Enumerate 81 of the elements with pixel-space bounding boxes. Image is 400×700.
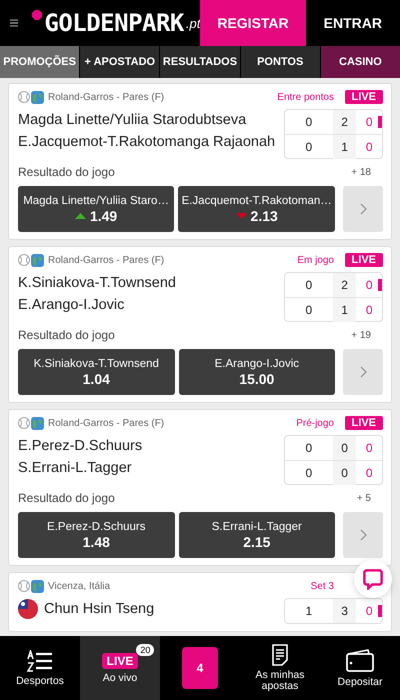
match-status: Em jogo: [297, 254, 334, 266]
score-cell-text: 0: [304, 277, 314, 294]
score-cell-text: 0: [364, 114, 374, 131]
count-badge: 20: [136, 644, 154, 656]
match-status: Pré-jogo: [296, 418, 334, 428]
nav-tab[interactable]: + APOSTADO: [80, 46, 160, 78]
odds-button[interactable]: K.Siniakova-T.Townsend 1.04: [18, 349, 175, 395]
score-cell: 2: [332, 110, 356, 134]
competition-name: Roland-Garros - Pares (F): [48, 254, 166, 266]
chevron-right-icon: [360, 529, 367, 541]
market-label: Resultado do jogo: [18, 165, 115, 179]
betslip-count: 4: [182, 647, 218, 689]
team-name: Magda Linette/Yuliia Starodubtseva: [18, 111, 248, 130]
score-cell-text: 0: [364, 138, 374, 156]
competition-name: Roland-Garros - Pares (F): [48, 92, 166, 102]
tennis-ball-icon: [18, 91, 30, 103]
nav-tab[interactable]: PONTOS: [240, 46, 320, 78]
score-cell: 0: [332, 436, 356, 460]
odds-button[interactable]: S.Errani-L.Tagger 2.15: [178, 512, 336, 558]
logo-mark-icon: [32, 10, 42, 20]
team-name: K.Siniakova-T.Townsend: [18, 274, 177, 293]
more-button[interactable]: [343, 186, 383, 232]
score-cell: 1: [332, 298, 356, 322]
score-cell-text: 0: [364, 440, 374, 457]
team-name: E.Arango-I.Jovic: [18, 296, 126, 315]
score-cell-text: 0: [364, 277, 374, 294]
match-status: Entre pontos: [277, 92, 334, 102]
globe-icon: [31, 90, 44, 104]
score-cell-text: 0: [304, 464, 314, 482]
competition-name: Vicenza, Itália: [48, 580, 112, 592]
tennis-ball-icon: [18, 417, 30, 429]
score-cell-text: 1: [304, 603, 314, 620]
az-list-icon: [27, 650, 53, 672]
score-cell-text: 0: [304, 302, 314, 318]
register-button[interactable]: REGISTAR: [200, 0, 306, 46]
team-name: Chun Hsin Tseng: [44, 600, 154, 619]
score-cell-text: 0: [364, 464, 374, 482]
bottom-nav-item[interactable]: LIVE 20 Ao vivo: [80, 636, 160, 700]
score-cell: 2: [332, 273, 356, 297]
logo-suffix: .pt: [186, 16, 200, 31]
odds-button[interactable]: Magda Linette/Yuliia Staro… 1.49: [18, 186, 174, 232]
score-cell-text: 0: [304, 114, 314, 131]
odds-button[interactable]: E.Jacquemot-T.Rakotoman… 2.13: [178, 186, 336, 232]
odds-button[interactable]: E.Perez-D.Schuurs 1.48: [18, 512, 175, 558]
score-cell: 0: [332, 460, 356, 484]
more-markets-count[interactable]: + 18: [351, 166, 371, 178]
wallet-icon: [345, 648, 375, 672]
score-cell-text: 0: [364, 302, 374, 318]
score-cell-text: 0: [304, 440, 314, 457]
live-tag: LIVE: [102, 652, 138, 668]
globe-icon: [31, 416, 44, 430]
team-name: E.Perez-D.Schuurs: [18, 437, 144, 456]
score-cell-text: 0: [364, 603, 374, 620]
receipt-icon: [271, 644, 289, 666]
score-cell: 1: [332, 134, 356, 158]
live-badge: LIVE: [344, 90, 383, 104]
team-name: E.Jacquemot-T.Rakotomanga Rajaonah: [18, 133, 276, 152]
market-label: Resultado do jogo: [18, 491, 115, 505]
market-label: Resultado do jogo: [18, 328, 115, 342]
tennis-ball-icon: [18, 254, 30, 266]
chevron-right-icon: [360, 366, 367, 378]
more-button[interactable]: [343, 349, 384, 395]
competition-name: Roland-Garros - Pares (F): [48, 418, 166, 428]
score-cell-text: 0: [304, 138, 314, 156]
nav-tab[interactable]: RESULTADOS: [160, 46, 240, 78]
odds-button[interactable]: E.Arango-I.Jovic 15.00: [178, 349, 336, 395]
match-status: Set 3: [310, 580, 334, 592]
globe-icon: [31, 254, 44, 266]
live-badge: LIVE: [344, 416, 383, 430]
more-markets-count[interactable]: + 19: [351, 330, 371, 340]
logo-text: GOLDENPARK: [44, 9, 184, 37]
globe-icon: [31, 580, 44, 592]
tennis-ball-icon: [18, 580, 30, 592]
team-name: S.Errani-L.Tagger: [18, 459, 133, 478]
nav-tab[interactable]: CASINO: [320, 46, 400, 78]
chevron-right-icon: [360, 203, 367, 215]
more-markets-count[interactable]: + 5: [356, 492, 371, 504]
nav-tab[interactable]: PROMOÇÕES: [0, 46, 80, 78]
live-badge: LIVE: [344, 253, 383, 267]
chat-icon: [362, 568, 384, 590]
score-cell: 3: [332, 599, 356, 623]
